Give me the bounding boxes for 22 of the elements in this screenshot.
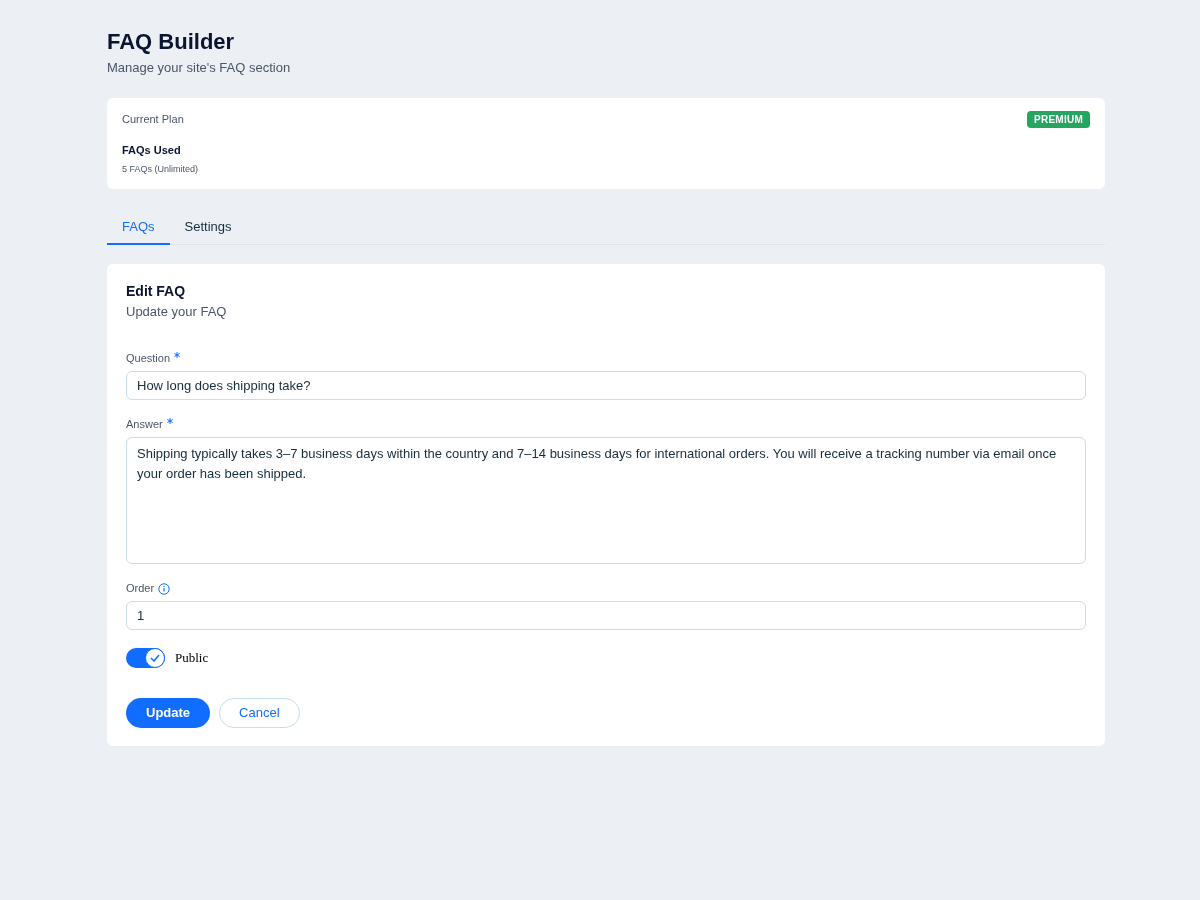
field-label: Answer	[126, 417, 163, 433]
public-toggle[interactable]	[126, 647, 165, 668]
form-subtitle: Update your FAQ	[126, 303, 228, 321]
field-label: Order	[126, 581, 155, 597]
usage-title: FAQs Used	[122, 143, 182, 158]
page-subtitle: Manage your site's FAQ section	[107, 59, 292, 77]
check-icon	[150, 653, 160, 662]
tab[interactable]: Settings	[169, 211, 247, 245]
answer-field[interactable]: Shipping typically takes 3–7 business days within the country and 7–14 business days for international orders. You will receive a tracking number via email once your order has been shipped.	[126, 436, 1086, 564]
cancel-button[interactable]: Cancel	[219, 697, 300, 728]
plan-label: Current Plan	[122, 111, 185, 127]
form-title: Edit FAQ	[126, 282, 187, 301]
info-icon[interactable]	[158, 582, 171, 595]
text-field[interactable]: 1	[126, 600, 1086, 630]
text-field[interactable]: How long does shipping take?	[126, 370, 1086, 400]
toggle-label: Public	[175, 648, 209, 667]
usage-detail: 5 FAQs (Unlimited)	[122, 162, 199, 176]
page-title: FAQ Builder	[107, 28, 236, 56]
field-label: Question	[126, 351, 171, 367]
plan-badge: PREMIUM	[1027, 110, 1090, 128]
tab[interactable]: FAQs	[107, 211, 170, 245]
update-button[interactable]: Update	[126, 697, 211, 728]
